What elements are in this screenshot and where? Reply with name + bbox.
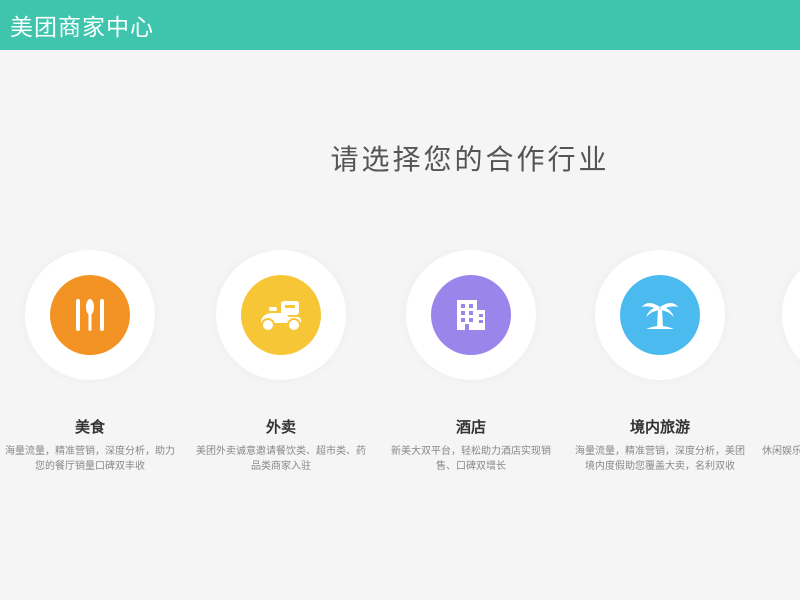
industry-name: 外卖 <box>265 418 296 436</box>
industry-description: 新美大双平台，轻松助力酒店实现销售、口碑双增长 <box>391 446 551 472</box>
industry-description: 美团外卖诚意邀请餐饮类、超市类、药品类商家入驻 <box>196 446 366 472</box>
industry-icon-wrap[interactable] <box>216 250 346 380</box>
delivery-scooter-icon <box>241 275 321 355</box>
industry-icon-wrap[interactable] <box>25 250 155 380</box>
hotel-building-icon <box>431 275 511 355</box>
industry-list: 美食 海量流量，精准营销，深度分析，助力您的餐厅销量口碑双丰收 外卖 美团外卖诚… <box>0 250 800 510</box>
page-title: 请选择您的合作行业 <box>330 143 610 176</box>
industry-name: 美食 <box>74 418 105 436</box>
industry-name: 境内旅游 <box>629 418 690 436</box>
fork-knife-icon <box>50 275 130 355</box>
industry-icon-wrap[interactable] <box>782 250 800 380</box>
industry-description: 海量流量，精准营销，深度分析，美团境内度假助您覆盖大卖，名利双收 <box>575 446 745 472</box>
industry-icon-wrap[interactable] <box>406 250 536 380</box>
brand-logo-text[interactable]: 美团商家中心 <box>10 8 154 42</box>
industry-description: 海量流量，精准营销，深度分析，助力您的餐厅销量口碑双丰收 <box>5 446 175 472</box>
industry-description: 休闲娱乐，尽享好生活 <box>762 446 800 457</box>
header-bar: 美团商家中心 <box>0 0 800 50</box>
palm-tree-icon <box>620 275 700 355</box>
industry-name: 酒店 <box>455 418 486 436</box>
industry-icon-wrap[interactable] <box>595 250 725 380</box>
